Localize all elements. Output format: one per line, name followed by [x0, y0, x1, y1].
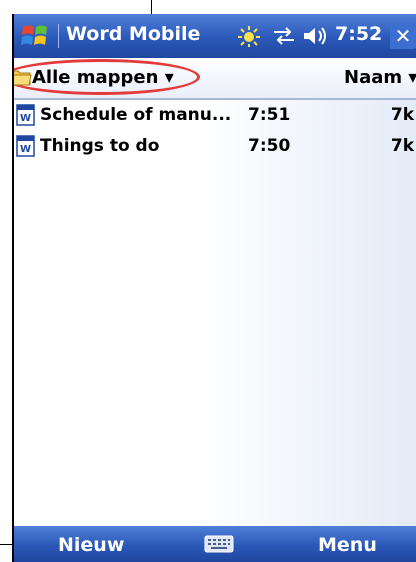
title-bar: Word Mobile 7:52 ✕ — [14, 14, 416, 58]
sort-dropdown[interactable]: Naam ▾ — [344, 67, 416, 88]
svg-text:W: W — [20, 113, 31, 124]
file-time: 7:51 — [248, 105, 291, 125]
file-list: W Schedule of manu... 7:51 7k W Things t… — [14, 100, 416, 162]
content-area — [14, 100, 416, 526]
menu-bar: Nieuw Menu — [14, 526, 416, 562]
new-softkey[interactable]: Nieuw — [58, 534, 124, 556]
start-icon[interactable] — [20, 21, 50, 51]
app-title: Word Mobile — [66, 23, 201, 45]
word-document-icon: W — [16, 135, 35, 157]
menu-softkey[interactable]: Menu — [318, 534, 377, 556]
connectivity-icon[interactable] — [272, 26, 296, 46]
list-item[interactable]: W Things to do 7:50 7k — [14, 131, 416, 162]
volume-icon[interactable] — [302, 25, 330, 47]
device-screen: Word Mobile 7:52 ✕ Alle mappen ▾ Naam ▾ … — [12, 14, 416, 562]
file-name: Things to do — [40, 136, 160, 156]
word-document-icon: W — [16, 104, 35, 126]
close-button[interactable]: ✕ — [390, 23, 416, 49]
clock[interactable]: 7:52 — [335, 23, 382, 45]
file-size: 7k — [390, 105, 414, 125]
folder-dropdown[interactable]: Alle mappen ▾ — [32, 67, 174, 88]
folder-icon — [14, 70, 32, 86]
folder-bar: Alle mappen ▾ Naam ▾ — [14, 58, 416, 100]
list-item[interactable]: W Schedule of manu... 7:51 7k — [14, 100, 416, 131]
file-size: 7k — [390, 136, 414, 156]
svg-text:W: W — [20, 144, 31, 155]
file-name: Schedule of manu... — [40, 105, 232, 125]
title-separator — [58, 24, 59, 48]
file-time: 7:50 — [248, 136, 291, 156]
notification-icon[interactable] — [236, 24, 262, 48]
keyboard-icon[interactable] — [204, 534, 234, 554]
